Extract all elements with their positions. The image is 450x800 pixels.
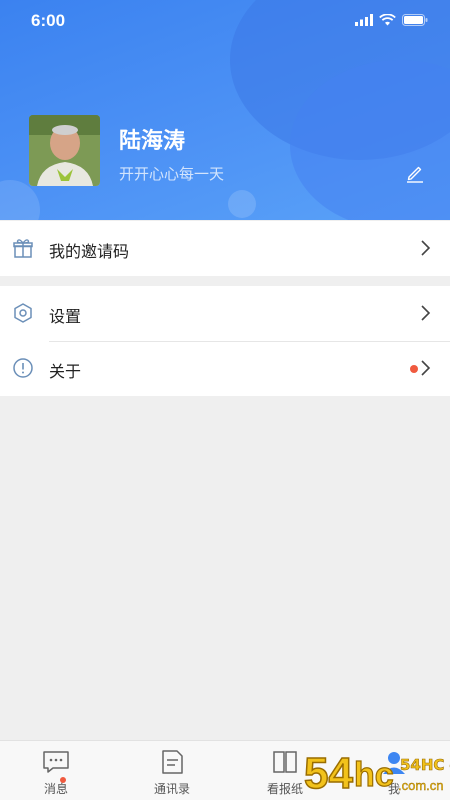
edit-icon[interactable]	[404, 162, 426, 184]
tab-messages[interactable]: 消息	[0, 741, 112, 800]
settings-icon	[14, 303, 32, 323]
status-bar: 6:00	[0, 0, 450, 44]
chevron-right-icon	[421, 240, 431, 256]
chevron-right-icon	[421, 360, 431, 376]
tab-contacts[interactable]: 通讯录	[116, 741, 228, 800]
contacts-icon	[162, 750, 183, 774]
menu-item-label: 设置	[49, 309, 82, 326]
avatar[interactable]	[29, 115, 100, 186]
info-icon	[13, 358, 33, 378]
chevron-right-icon	[421, 305, 431, 321]
message-icon	[43, 751, 69, 773]
watermark-logo: 54 hc 54HC 手游网 .com.cn	[300, 742, 450, 800]
menu-item-label: 关于	[49, 364, 82, 381]
wifi-icon	[379, 14, 396, 26]
profile-header: 6:00 陆海涛 开开心心每一天	[0, 0, 450, 220]
menu-item-about[interactable]: 关于	[0, 341, 450, 396]
header-decoration	[228, 190, 256, 218]
header-decoration	[0, 180, 40, 220]
menu-item-invite-code[interactable]: 我的邀请码	[0, 221, 450, 276]
tab-label: 消息	[43, 782, 68, 796]
avatar-photo	[29, 115, 100, 186]
newspaper-icon	[273, 751, 297, 773]
user-name: 陆海涛	[119, 128, 186, 153]
svg-text:54: 54	[304, 749, 353, 798]
svg-text:hc: hc	[354, 756, 394, 794]
tab-label: 通讯录	[153, 782, 190, 796]
status-time: 6:00	[31, 11, 66, 30]
notification-dot	[410, 365, 418, 373]
gift-icon	[13, 239, 33, 258]
menu-item-settings[interactable]: 设置	[0, 286, 450, 341]
divider	[49, 341, 450, 342]
menu-item-label: 我的邀请码	[49, 244, 130, 261]
status-icons	[355, 14, 428, 26]
signal-icon	[355, 14, 373, 26]
battery-icon	[402, 14, 428, 26]
user-motto: 开开心心每一天	[119, 166, 225, 183]
watermark-text: 54HC 手游网	[400, 756, 450, 774]
watermark-sub: .com.cn	[398, 778, 444, 793]
